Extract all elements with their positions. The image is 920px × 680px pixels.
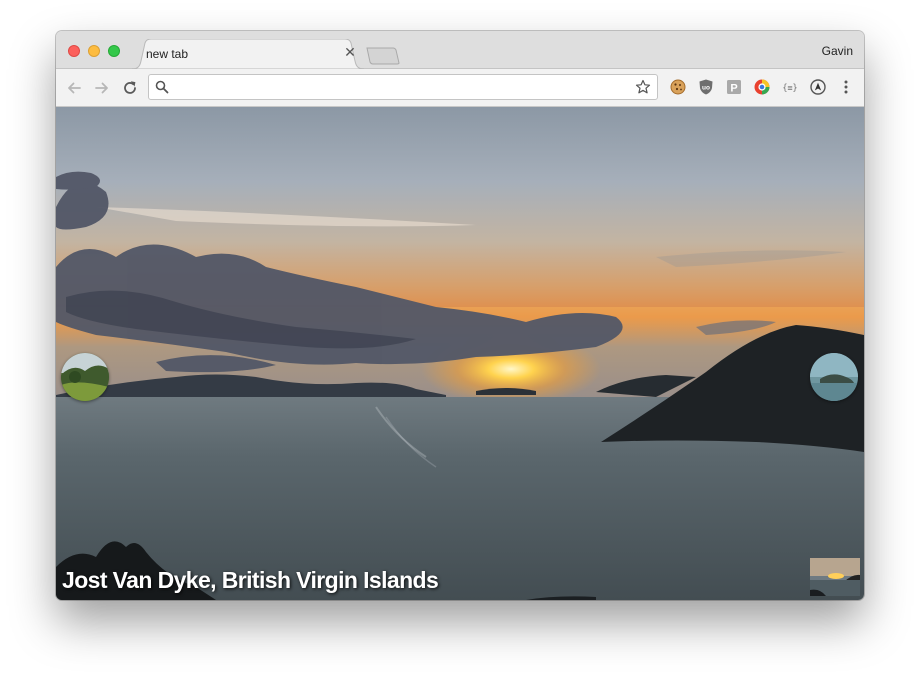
address-bar[interactable] (148, 74, 658, 100)
current-photo-thumbnail[interactable] (810, 558, 860, 596)
p-extension-icon[interactable]: P (725, 78, 743, 96)
photo-location-caption: Jost Van Dyke, British Virgin Islands (62, 567, 439, 593)
more-vertical-icon[interactable] (837, 78, 855, 96)
colorful-circle-extension-icon[interactable] (753, 78, 771, 96)
svg-text:{≡}: {≡} (782, 84, 797, 94)
a-circle-extension-icon[interactable] (809, 78, 827, 96)
title-bar: new tab ✕ Gavin (56, 31, 864, 69)
previous-photo-thumbnail (61, 353, 109, 401)
current-photo-mini (810, 558, 860, 596)
bookmark-star-icon[interactable] (635, 79, 651, 95)
close-tab-icon[interactable]: ✕ (343, 45, 357, 59)
next-photo-thumbnail (810, 353, 858, 401)
svg-text:P: P (730, 83, 737, 95)
tab-new-tab[interactable]: new tab ✕ (132, 39, 364, 69)
forward-arrow-icon[interactable] (93, 79, 111, 97)
new-tab-button[interactable] (366, 47, 400, 65)
close-window-button[interactable] (68, 45, 80, 57)
ublock-origin-icon[interactable]: uo (697, 78, 715, 96)
svg-text:uo: uo (702, 85, 710, 92)
tab-title: new tab (146, 47, 189, 61)
search-icon (155, 80, 169, 94)
back-arrow-icon[interactable] (65, 79, 83, 97)
previous-photo-button[interactable] (61, 353, 109, 401)
profile-name[interactable]: Gavin (822, 44, 853, 58)
reload-icon[interactable] (121, 79, 139, 97)
new-tab-page: Jost Van Dyke, British Virgin Islands (56, 107, 864, 600)
browser-window: new tab ✕ Gavin uo P {≡} Jost Van Dyke, … (56, 31, 864, 600)
toolbar: uo P {≡} (56, 69, 864, 107)
minimize-window-button[interactable] (88, 45, 100, 57)
zoom-window-button[interactable] (108, 45, 120, 57)
next-photo-button[interactable] (810, 353, 858, 401)
background-photo (56, 107, 864, 600)
json-braces-extension-icon[interactable]: {≡} (781, 78, 799, 96)
cookie-extension-icon[interactable] (669, 78, 687, 96)
